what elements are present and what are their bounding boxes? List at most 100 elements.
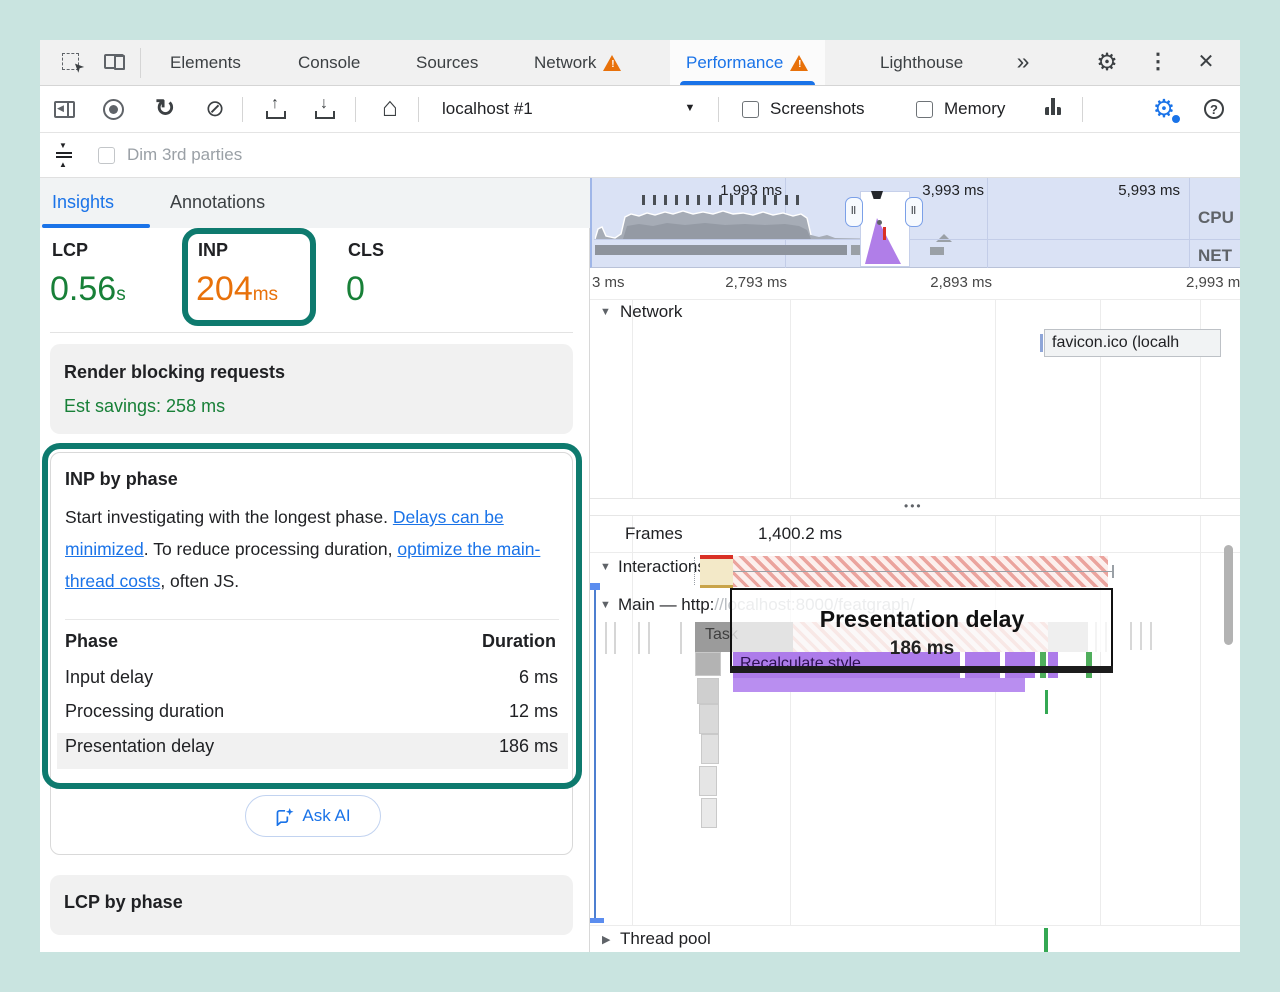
text: . To reduce processing duration, [144,539,398,559]
interactions-expand-icon[interactable]: ▼ [600,561,611,573]
tab-elements[interactable]: Elements [152,40,259,85]
toggle-sidebar-icon[interactable] [54,101,75,118]
more-tabs-icon[interactable]: » [1006,48,1040,75]
task-tick [1130,622,1132,650]
ask-ai-button[interactable]: Ask AI [245,795,381,837]
thread-pool-expand-icon[interactable]: ▶ [602,933,610,946]
inspect-element-icon[interactable] [62,53,79,70]
collapse-tracks-icon[interactable] [56,144,72,166]
vertical-scrollbar-thumb[interactable] [1224,545,1233,645]
capture-settings-gear-icon[interactable]: ⚙ [1148,94,1180,124]
task-tick [1140,622,1142,650]
record-and-reload-icon[interactable]: ↻ [150,94,180,123]
col-phase-header: Phase [65,631,118,652]
net-activity-bar [930,247,944,255]
tab-insights[interactable]: Insights [52,192,114,213]
upload-profile-icon[interactable] [266,99,284,119]
screenshot-frame: Elements Console Sources Network Perform… [0,0,1280,992]
tab-network[interactable]: Network [518,40,638,85]
stack-frame[interactable] [701,798,717,828]
help-icon[interactable]: ? [1204,99,1224,119]
net-strip-label: NET [1198,246,1232,266]
task-tick [614,622,616,654]
screenshots-checkbox[interactable] [742,101,759,118]
tab-label: Performance [686,53,783,73]
tab-label: Lighthouse [880,53,963,73]
divider [242,97,243,122]
interaction-input-chip [700,555,733,588]
inp-description: Start investigating with the longest pha… [65,501,561,597]
thread-pool-track[interactable]: ▶ Thread pool [590,925,1240,952]
interaction-start-tick [694,557,695,585]
resize-grip-dots: ••• [904,499,923,513]
phase-name: Processing duration [65,701,224,722]
options-row: Dim 3rd parties [40,133,1240,178]
task-tick [605,622,607,654]
selection-handle-left[interactable]: ‖ [845,197,863,227]
network-expand-icon[interactable]: ▼ [600,306,611,318]
close-devtools-icon[interactable]: ✕ [1190,49,1222,74]
frames-track[interactable]: Frames 1,400.2 ms [590,516,1240,553]
clear-icon[interactable]: ⊘ [200,95,230,122]
tab-lighthouse[interactable]: Lighthouse [862,40,981,85]
lcp-by-phase-card[interactable]: LCP by phase [50,875,573,935]
dim-3rd-parties-checkbox[interactable] [98,147,115,164]
screenshots-label: Screenshots [770,99,865,119]
stack-frame[interactable] [701,734,719,764]
download-profile-icon[interactable] [315,99,333,119]
unit: ms [253,284,278,305]
main-thread-track[interactable]: ▼ Main — http://localhost:8000/featgraph… [590,590,1240,925]
render-blocking-card[interactable]: Render blocking requests Est savings: 25… [50,344,573,434]
net-strip-divider [594,239,1240,240]
metric-inp-value[interactable]: 204ms [196,270,278,309]
network-request-chip[interactable]: favicon.ico (localh [1044,329,1221,357]
selection-screenshot-thumbnail[interactable] [860,191,910,267]
settings-gear-icon[interactable]: ⚙ [1090,48,1124,77]
metric-cls-value[interactable]: 0 [346,270,365,309]
divider [65,619,559,620]
tab-sources[interactable]: Sources [398,40,496,85]
selection-handle-right[interactable]: ‖ [905,197,923,227]
metric-lcp-value[interactable]: 0.56s [50,270,126,309]
thumbnail-flame [865,218,901,264]
table-row-highlighted[interactable]: Presentation delay 186 ms [57,733,568,769]
tab-label: Network [534,53,596,73]
history-dropdown[interactable]: localhost #1 [442,99,533,119]
ruler-label: 3 ms [592,274,625,291]
timeline-overview[interactable]: 1,993 ms 3,993 ms 5,993 ms CPU NET [590,178,1240,268]
dim-3rd-parties-label: Dim 3rd parties [127,145,242,165]
cpu-strip-label: CPU [1198,208,1234,228]
table-row[interactable]: Input delay 6 ms [51,665,574,699]
collect-garbage-icon[interactable] [1042,98,1064,120]
devtools-window: Elements Console Sources Network Perform… [40,40,1240,952]
dropdown-caret-icon[interactable]: ▼ [682,102,698,114]
stack-frame[interactable] [695,652,721,676]
track-bracket-line [594,590,596,920]
kebab-menu-icon[interactable]: ⋮ [1144,49,1172,74]
tab-performance[interactable]: Performance [670,40,825,85]
table-row[interactable]: Processing duration 12 ms [51,699,574,733]
thumbnail-red-mark [883,227,886,240]
insights-sidebar: Insights Annotations LCP 0.56s INP 204ms… [40,178,590,952]
annotation-value: 186 ms [732,638,1112,660]
track-resize-bar[interactable]: ••• [590,498,1240,516]
timeline-panel: 1,993 ms 3,993 ms 5,993 ms CPU NET [590,178,1240,952]
stack-frame[interactable] [699,704,719,734]
divider [355,97,356,122]
divider [1082,97,1083,122]
tab-annotations[interactable]: Annotations [170,192,265,213]
annotation-title: Presentation delay [732,606,1112,633]
device-toolbar-icon[interactable] [104,54,124,69]
unit: s [116,284,126,305]
memory-checkbox[interactable] [916,101,933,118]
network-track-label[interactable]: Network [620,302,682,322]
value: 204 [196,270,253,308]
home-icon[interactable]: ⌂ [374,92,406,123]
main-expand-icon[interactable]: ▼ [600,599,611,611]
stack-frame[interactable] [699,766,717,796]
interactions-track[interactable]: ▼ Interactions [590,553,1240,590]
task-tick [648,622,650,654]
stack-frame[interactable] [697,678,719,704]
record-icon[interactable] [103,99,124,120]
tab-console[interactable]: Console [280,40,378,85]
